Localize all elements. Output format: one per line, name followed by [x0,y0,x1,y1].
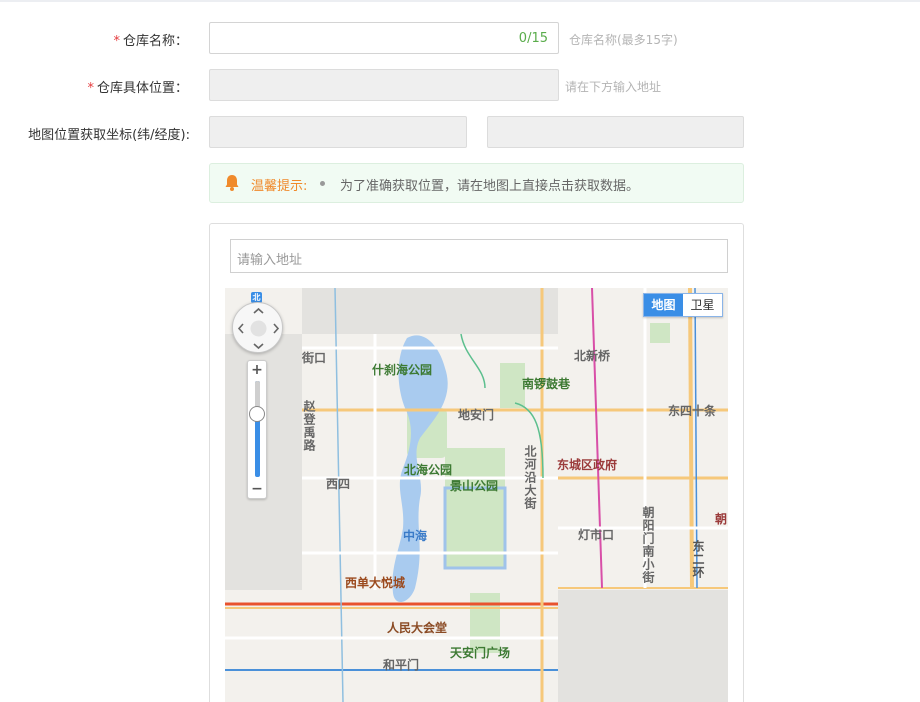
char-counter: 0/15 [518,31,548,46]
map-label: 朝阳门南小街 [641,506,655,584]
top-divider [0,0,920,2]
map-label: 景山公园 [450,479,499,493]
required-mark: * [113,34,120,49]
map-view[interactable]: 什刹海公园 南锣鼓巷 北新桥 东四十条 地安门 北海公园 景山公园 东城区政府 … [225,288,728,702]
bullet-dot [320,181,325,186]
map-label: 人民大会堂 [387,621,448,635]
map-label: 中海 [403,529,428,543]
map-type-satellite-button[interactable]: 卫星 [683,294,722,316]
address-search-input[interactable]: 请输入地址 [230,239,728,273]
map-label: 北河沿大街 [523,445,537,510]
map-type-switch: 地图 卫星 [643,293,723,317]
map-label: 街口 [302,351,327,365]
warehouse-name-input[interactable]: 0/15 [209,22,559,54]
pan-arrows-icon [237,307,280,350]
map-label: 朝 [715,512,728,526]
zoom-slider-handle[interactable] [249,406,265,422]
map-label: 和平门 [383,658,420,672]
map-label: 地安门 [458,408,495,422]
map-label: 西四 [326,477,351,491]
map-type-map-button[interactable]: 地图 [644,294,683,316]
tip-box: 温馨提示: 为了准确获取位置，请在地图上直接点击获取数据。 [209,163,744,203]
latitude-input [209,116,467,148]
pan-control[interactable] [232,302,283,353]
map-label: 天安门广场 [450,646,511,660]
map-label: 什刹海公园 [372,363,433,377]
zoom-in-button[interactable]: + [248,362,266,378]
map-label: 南锣鼓巷 [522,377,571,391]
warehouse-location-hint: 请在下方输入地址 [565,80,662,94]
warehouse-location-label-text: 仓库具体位置： [96,81,188,96]
warehouse-name-label: * 仓库名称： [0,30,188,49]
map-label: 西单大悦城 [345,576,406,590]
zoom-control: + − [247,360,267,499]
map-label: 北海公园 [404,463,453,477]
map-label: 东二环 [691,540,705,579]
warehouse-location-input [209,69,559,101]
warehouse-name-hint: 仓库名称(最多15字) [569,33,678,47]
required-mark: * [87,81,94,96]
tip-title: 温馨提示: [251,179,308,194]
map-label: 东城区政府 [557,458,618,472]
address-search-placeholder: 请输入地址 [237,253,303,268]
longitude-input [487,116,744,148]
coords-label: 地图位置获取坐标(纬/经度): [28,128,190,143]
map-label: 东四十条 [668,404,717,418]
map-label: 赵登禹路 [302,400,316,452]
tip-message: 为了准确获取位置，请在地图上直接点击获取数据。 [340,179,640,194]
warehouse-name-label-text: 仓库名称： [122,34,188,49]
map-label: 灯市口 [578,528,615,542]
map-label: 北新桥 [574,349,611,363]
zoom-out-button[interactable]: − [248,481,266,497]
warehouse-location-label: * 仓库具体位置： [0,77,188,96]
map-tiles [225,288,728,702]
bell-icon [225,175,239,191]
